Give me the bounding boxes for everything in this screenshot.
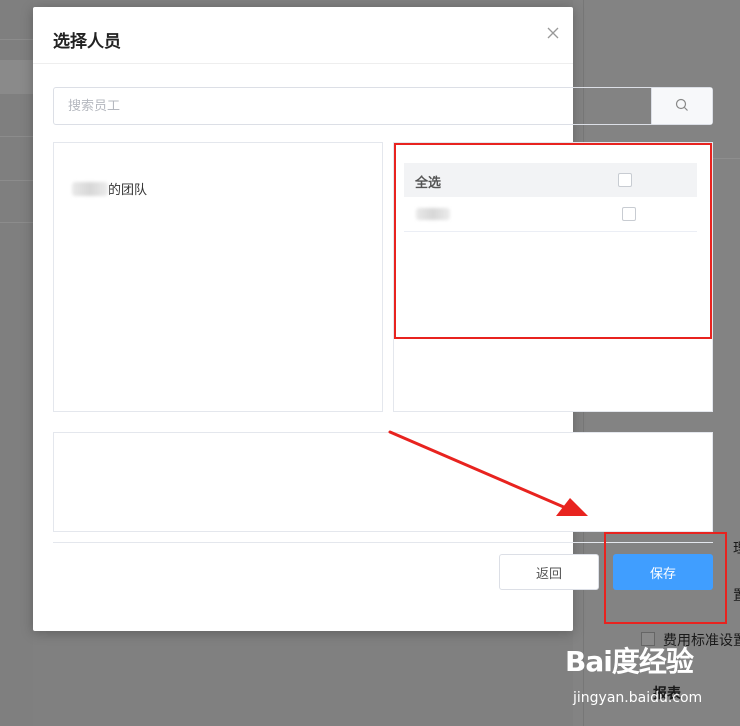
watermark-url: jingyan.baidu.com — [573, 690, 703, 706]
annotation-arrow — [388, 430, 588, 516]
baidu-jingyan-watermark: Bai度经验 jingyan.baidu.com — [565, 640, 702, 706]
watermark-logo: Bai度经验 — [565, 645, 694, 678]
